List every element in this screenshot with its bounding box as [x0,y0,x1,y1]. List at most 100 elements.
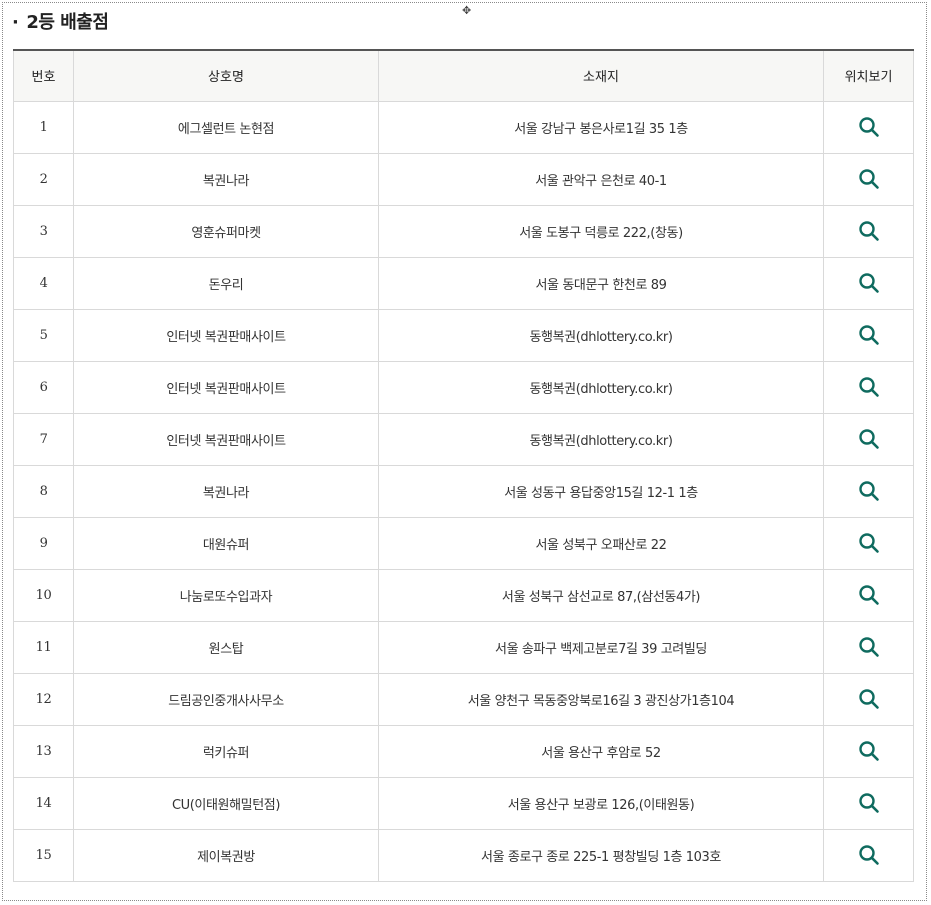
row-number: 4 [13,257,74,310]
table-body: 1 에그셀런트 논현점 서울 강남구 봉은사로1길 35 1층 2 복권나라 서울 관악구… [13,101,914,882]
location-cell [823,517,914,570]
row-number: 10 [13,569,74,622]
shop-address: 서울 성북구 삼선교로 87,(삼선동4가) [378,569,824,622]
search-icon[interactable] [857,271,881,295]
shop-address: 서울 양천구 목동중앙북로16길 3 광진상가1층104 [378,673,824,726]
shop-address: 동행복권(dhlottery.co.kr) [378,413,824,466]
location-cell [823,465,914,518]
table-row: 2 복권나라 서울 관악구 은천로 40-1 [13,153,914,206]
table-row: 13 럭키슈퍼 서울 용산구 후암로 52 [13,725,914,778]
shop-name: 복권나라 [73,465,379,518]
title-bullet: · [12,12,19,33]
location-cell [823,777,914,830]
search-icon[interactable] [857,843,881,867]
shop-address: 서울 도봉구 덕릉로 222,(창동) [378,205,824,258]
shop-name: 인터넷 복권판매사이트 [73,361,379,414]
search-icon[interactable] [857,635,881,659]
row-number: 14 [13,777,74,830]
shop-name: 인터넷 복권판매사이트 [73,309,379,362]
location-cell [823,257,914,310]
title-text: 2등 배출점 [26,12,109,33]
search-icon[interactable] [857,219,881,243]
shop-address: 서울 송파구 백제고분로7길 39 고려빌딩 [378,621,824,674]
table-row: 5 인터넷 복권판매사이트 동행복권(dhlottery.co.kr) [13,309,914,362]
row-number: 8 [13,465,74,518]
shop-address: 서울 동대문구 한천로 89 [378,257,824,310]
table-row: 12 드림공인중개사사무소 서울 양천구 목동중앙북로16길 3 광진상가1층104 [13,673,914,726]
search-icon[interactable] [857,583,881,607]
shop-address: 서울 강남구 봉은사로1길 35 1층 [378,101,824,154]
table-row: 6 인터넷 복권판매사이트 동행복권(dhlottery.co.kr) [13,361,914,414]
location-cell [823,673,914,726]
shop-name: 나눔로또수입과자 [73,569,379,622]
shop-name: 제이복권방 [73,829,379,882]
table-row: 10 나눔로또수입과자 서울 성북구 삼선교로 87,(삼선동4가) [13,569,914,622]
shop-address: 서울 성북구 오패산로 22 [378,517,824,570]
search-icon[interactable] [857,115,881,139]
location-cell [823,621,914,674]
table-row: 9 대원슈퍼 서울 성북구 오패산로 22 [13,517,914,570]
location-cell [823,205,914,258]
table-row: 7 인터넷 복권판매사이트 동행복권(dhlottery.co.kr) [13,413,914,466]
row-number: 9 [13,517,74,570]
row-number: 12 [13,673,74,726]
row-number: 3 [13,205,74,258]
location-cell [823,569,914,622]
row-number: 2 [13,153,74,206]
shop-name: 복권나라 [73,153,379,206]
location-cell [823,725,914,778]
location-cell [823,829,914,882]
header-address: 소재지 [378,49,824,102]
move-cursor-icon: ✥ [462,4,472,17]
row-number: 11 [13,621,74,674]
search-icon[interactable] [857,427,881,451]
row-number: 6 [13,361,74,414]
search-icon[interactable] [857,479,881,503]
shop-address: 동행복권(dhlottery.co.kr) [378,309,824,362]
shop-name: 에그셀런트 논현점 [73,101,379,154]
shop-name: 인터넷 복권판매사이트 [73,413,379,466]
table-row: 1 에그셀런트 논현점 서울 강남구 봉은사로1길 35 1층 [13,101,914,154]
shop-address: 서울 종로구 종로 225-1 평창빌딩 1층 103호 [378,829,824,882]
table-row: 14 CU(이태원해밀턴점) 서울 용산구 보광로 126,(이태원동) [13,777,914,830]
row-number: 1 [13,101,74,154]
table-header-row: 번호 상호명 소재지 위치보기 [13,49,914,102]
location-cell [823,101,914,154]
search-icon[interactable] [857,531,881,555]
table-row: 8 복권나라 서울 성동구 용답중앙15길 12-1 1층 [13,465,914,518]
shop-address: 서울 성동구 용답중앙15길 12-1 1층 [378,465,824,518]
shop-address: 서울 관악구 은천로 40-1 [378,153,824,206]
shop-name: 드림공인중개사사무소 [73,673,379,726]
shop-name: 영훈슈퍼마켓 [73,205,379,258]
winners-table: 번호 상호명 소재지 위치보기 1 에그셀런트 논현점 서울 강남구 봉은사로1길 … [13,49,914,882]
row-number: 7 [13,413,74,466]
shop-name: 대원슈퍼 [73,517,379,570]
shop-address: 서울 용산구 후암로 52 [378,725,824,778]
search-icon[interactable] [857,739,881,763]
section-title: · 2등 배출점 [12,8,109,34]
table-row: 15 제이복권방 서울 종로구 종로 225-1 평창빌딩 1층 103호 [13,829,914,882]
search-icon[interactable] [857,791,881,815]
search-icon[interactable] [857,323,881,347]
header-name: 상호명 [73,49,379,102]
table-row: 11 원스탑 서울 송파구 백제고분로7길 39 고려빌딩 [13,621,914,674]
location-cell [823,413,914,466]
row-number: 5 [13,309,74,362]
location-cell [823,361,914,414]
search-icon[interactable] [857,687,881,711]
row-number: 13 [13,725,74,778]
header-location: 위치보기 [823,49,914,102]
search-icon[interactable] [857,167,881,191]
search-icon[interactable] [857,375,881,399]
location-cell [823,153,914,206]
shop-name: 돈우리 [73,257,379,310]
table-row: 4 돈우리 서울 동대문구 한천로 89 [13,257,914,310]
row-number: 15 [13,829,74,882]
shop-name: 럭키슈퍼 [73,725,379,778]
shop-address: 서울 용산구 보광로 126,(이태원동) [378,777,824,830]
table-row: 3 영훈슈퍼마켓 서울 도봉구 덕릉로 222,(창동) [13,205,914,258]
header-no: 번호 [13,49,74,102]
shop-name: CU(이태원해밀턴점) [73,777,379,830]
location-cell [823,309,914,362]
shop-name: 원스탑 [73,621,379,674]
